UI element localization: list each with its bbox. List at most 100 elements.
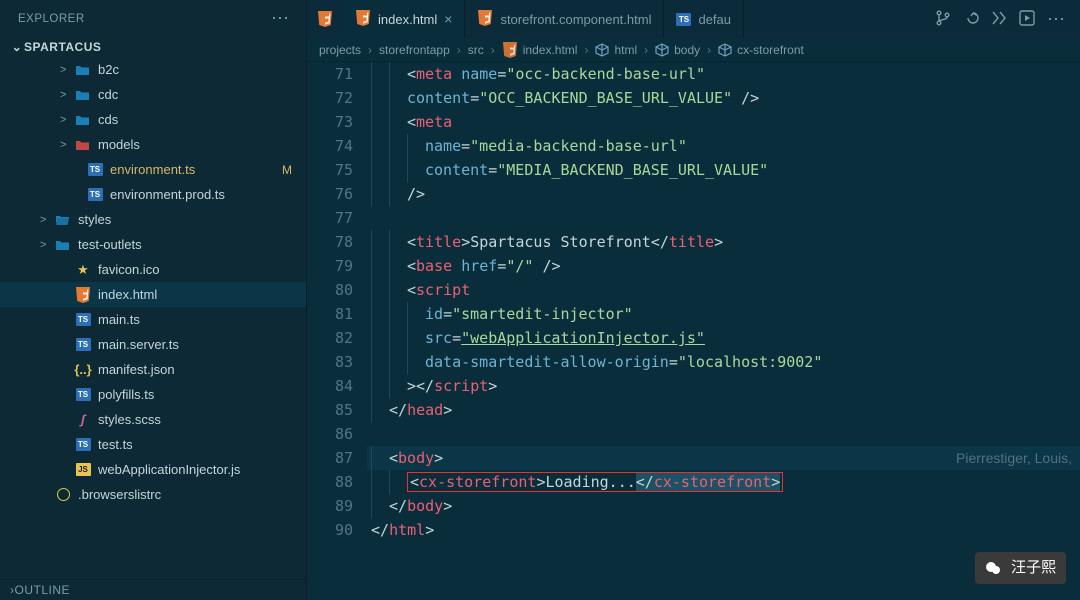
folder-icon — [74, 88, 92, 102]
code-line[interactable]: </html> — [367, 518, 1080, 542]
tree-item-main-ts[interactable]: TSmain.ts — [0, 307, 306, 332]
breadcrumb-item[interactable]: html — [595, 43, 637, 57]
tree-item-b2c[interactable]: > b2c — [0, 57, 306, 82]
tab-bar: index.html× storefront.component.html TSde… — [307, 0, 1080, 38]
code-line[interactable]: /> — [367, 182, 1080, 206]
code-line[interactable]: <script — [367, 278, 1080, 302]
tree-item-test-outlets[interactable]: >test-outlets — [0, 232, 306, 257]
tree-item-favicon-ico[interactable]: ★favicon.ico — [0, 257, 306, 282]
more-actions-icon[interactable]: ⋯ — [1047, 9, 1066, 30]
more-icon[interactable]: ⋯ — [271, 8, 290, 29]
chevron-icon: > — [40, 214, 54, 226]
breadcrumb-item[interactable]: projects — [319, 43, 361, 57]
tree-item-label: index.html — [98, 287, 157, 302]
tab-storefront-component-html[interactable]: storefront.component.html — [465, 0, 664, 38]
code-line[interactable]: </body> — [367, 494, 1080, 518]
code-line[interactable]: content="MEDIA_BACKEND_BASE_URL_VALUE" — [367, 158, 1080, 182]
chevron-down-icon: ⌄ — [10, 40, 24, 54]
js-icon: JS — [74, 463, 92, 476]
tree-item-test-ts[interactable]: TS test.ts — [0, 432, 306, 457]
source-control-icon[interactable] — [935, 10, 951, 29]
editor-area: index.html×storefront.component.htmlTSde… — [307, 0, 1080, 600]
watermark-badge: 汪子熙 — [975, 552, 1066, 584]
ts-icon: TS — [74, 438, 92, 451]
run-icon[interactable] — [1019, 10, 1035, 29]
tree-item-index-html[interactable]: index.html — [0, 282, 306, 307]
chevron-icon: > — [60, 89, 74, 101]
tree-item-manifest-json[interactable]: {..} manifest.json — [0, 357, 306, 382]
diff-icon[interactable] — [991, 10, 1007, 29]
ts-icon: TS — [86, 188, 104, 201]
close-icon[interactable]: × — [444, 11, 452, 27]
code-line[interactable] — [367, 542, 1080, 566]
breadcrumb-item[interactable]: cx-storefront — [718, 43, 804, 57]
tree-item--browserslistrc[interactable]: .browserslistrc — [0, 482, 306, 507]
tree-item-label: b2c — [98, 62, 119, 77]
chevron-icon: > — [60, 139, 74, 151]
pinned-tab[interactable] — [307, 0, 343, 38]
code-line[interactable]: src="webApplicationInjector.js" — [367, 326, 1080, 350]
code-line[interactable]: data-smartedit-allow-origin="localhost:9… — [367, 350, 1080, 374]
breadcrumb-separator: › — [584, 43, 588, 57]
code-line[interactable]: <meta — [367, 110, 1080, 134]
breadcrumb-item[interactable]: storefrontapp — [379, 43, 450, 57]
code-line[interactable]: name="media-backend-base-url" — [367, 134, 1080, 158]
tree-item-polyfills-ts[interactable]: TSpolyfills.ts — [0, 382, 306, 407]
ts-icon: TS — [86, 163, 104, 176]
undo-icon[interactable] — [963, 10, 979, 29]
code-line[interactable] — [367, 206, 1080, 230]
code-editor[interactable]: 7172737475767778798081828384858687888990… — [307, 62, 1080, 600]
tree-item-models[interactable]: >models — [0, 132, 306, 157]
project-section-header[interactable]: ⌄ SPARTACUS — [0, 37, 306, 57]
tree-item-main-server-ts[interactable]: TSmain.server.ts — [0, 332, 306, 357]
tree-item-styles-scss[interactable]: ʃstyles.scss — [0, 407, 306, 432]
ts-icon: TS — [74, 338, 92, 351]
modified-indicator: M — [282, 163, 292, 177]
outline-section-header[interactable]: › OUTLINE — [0, 579, 306, 600]
tab-label: storefront.component.html — [500, 12, 651, 27]
tree-item-cdc[interactable]: >cdc — [0, 82, 306, 107]
folder-icon — [74, 113, 92, 127]
folder-icon — [54, 238, 72, 252]
code-line[interactable]: <cx-storefront>Loading...</cx-storefront… — [367, 470, 1080, 494]
code-line[interactable]: content="OCC_BACKEND_BASE_URL_VALUE" /> — [367, 86, 1080, 110]
chevron-icon: > — [60, 64, 74, 76]
tree-item-label: cds — [98, 112, 118, 127]
tab-label: defau — [698, 12, 731, 27]
explorer-title: EXPLORER — [18, 13, 85, 25]
code-line[interactable]: </head> — [367, 398, 1080, 422]
tree-item-cds[interactable]: >cds — [0, 107, 306, 132]
circle-icon — [54, 488, 72, 501]
tree-item-label: environment.ts — [110, 162, 195, 177]
tree-item-label: test-outlets — [78, 237, 142, 252]
tree-item-label: manifest.json — [98, 362, 175, 377]
tab-index-html[interactable]: index.html× — [343, 0, 465, 38]
code-line[interactable]: id="smartedit-injector" — [367, 302, 1080, 326]
line-gutter: 7172737475767778798081828384858687888990 — [307, 62, 367, 600]
tree-item-styles[interactable]: >styles — [0, 207, 306, 232]
tree-item-environment-prod-ts[interactable]: TSenvironment.prod.ts — [0, 182, 306, 207]
explorer-sidebar: EXPLORER ⋯ ⌄ SPARTACUS >b2c>cdc>cds>mode… — [0, 0, 307, 600]
tree-item-label: main.ts — [98, 312, 140, 327]
tree-item-label: styles.scss — [98, 412, 161, 427]
tree-item-webapplicationinjector-js[interactable]: JSwebApplicationInjector.js — [0, 457, 306, 482]
tab-defau[interactable]: TSdefau — [664, 0, 744, 38]
code-content[interactable]: <meta name="occ-backend-base-url"content… — [367, 62, 1080, 600]
breadcrumb-item[interactable]: body — [655, 43, 700, 57]
code-line[interactable] — [367, 422, 1080, 446]
brace-icon: {..} — [74, 362, 92, 377]
tree-item-environment-ts[interactable]: TS environment.ts M — [0, 157, 306, 182]
code-line[interactable]: ></script> — [367, 374, 1080, 398]
tree-item-label: test.ts — [98, 437, 133, 452]
tree-item-label: favicon.ico — [98, 262, 159, 277]
folder-open-icon — [54, 213, 72, 227]
explorer-header: EXPLORER ⋯ — [0, 0, 306, 37]
outline-title: OUTLINE — [15, 583, 71, 597]
breadcrumb-item[interactable]: index.html — [502, 42, 578, 58]
breadcrumb[interactable]: projects›storefrontapp›src› index.html› … — [307, 38, 1080, 62]
code-line[interactable]: <base href="/" /> — [367, 254, 1080, 278]
code-line[interactable]: <title>Spartacus Storefront</title> — [367, 230, 1080, 254]
code-line[interactable]: <meta name="occ-backend-base-url" — [367, 62, 1080, 86]
breadcrumb-item[interactable]: src — [468, 43, 484, 57]
git-blame-annotation: Pierrestiger, Louis, — [956, 446, 1072, 470]
